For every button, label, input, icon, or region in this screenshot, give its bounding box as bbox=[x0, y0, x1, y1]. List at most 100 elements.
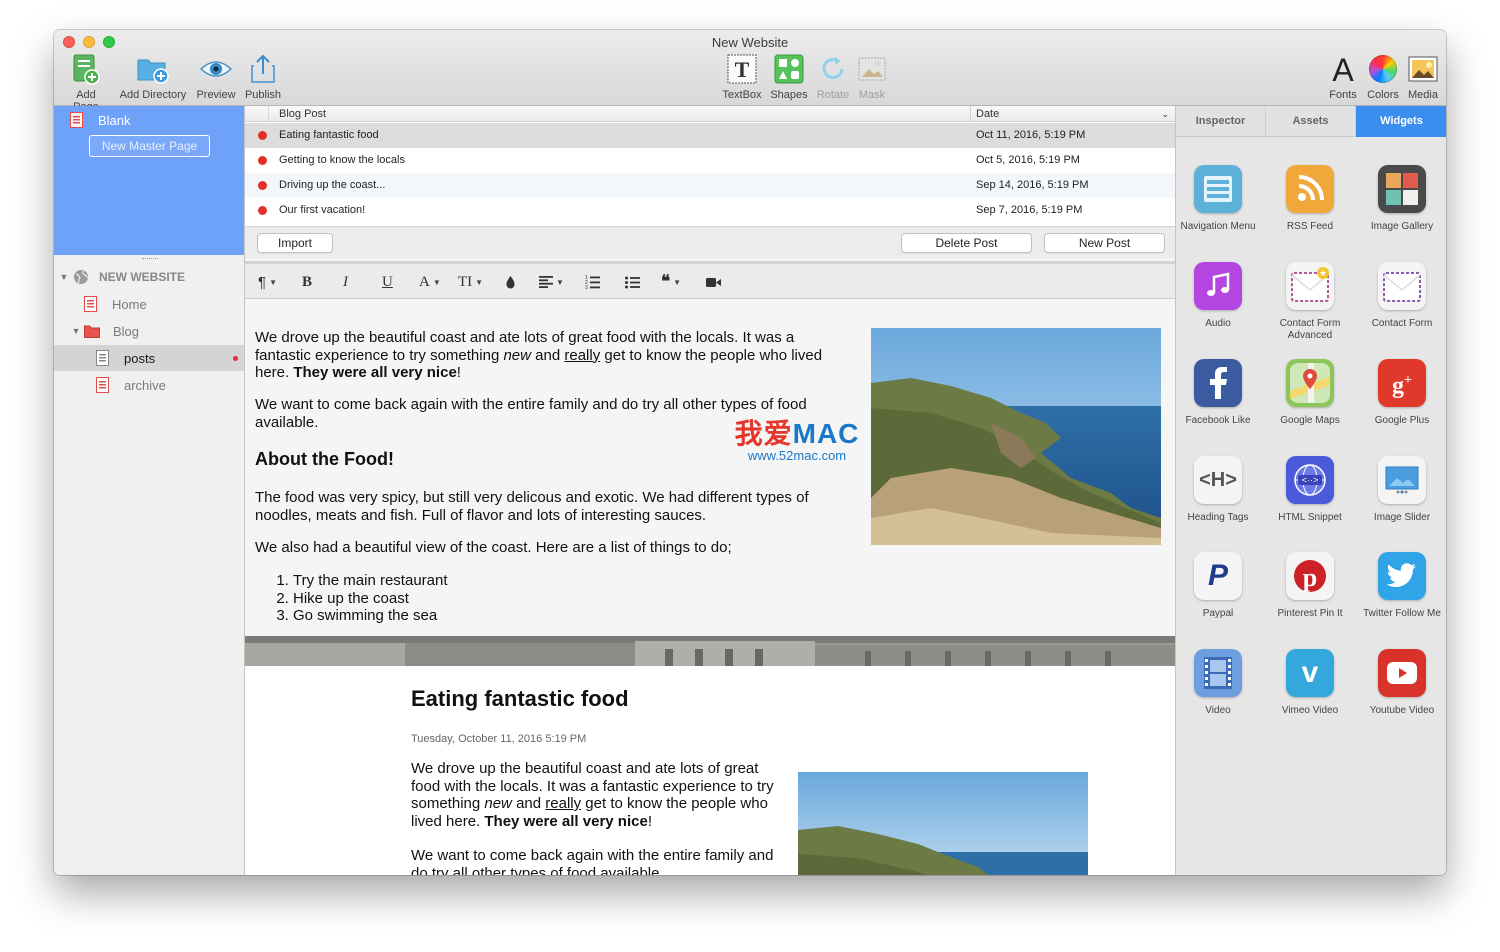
font-a-icon: A bbox=[419, 273, 430, 290]
ordered-list-button[interactable]: 123 bbox=[585, 272, 600, 292]
bullet-list-button[interactable] bbox=[625, 272, 640, 292]
widget-rss-feed[interactable]: RSS Feed bbox=[1265, 165, 1355, 233]
widget-twitter-follow-me[interactable]: Twitter Follow Me bbox=[1357, 552, 1446, 620]
widget-image-slider[interactable]: Image Slider bbox=[1357, 456, 1446, 524]
media-button[interactable]: Media bbox=[1404, 52, 1442, 101]
sidebar-item-label: archive bbox=[124, 377, 166, 393]
pinterest-icon: p bbox=[1286, 552, 1334, 600]
disclosure-down-icon[interactable]: ▼ bbox=[59, 272, 69, 282]
site-root[interactable]: ▼ NEW WEBSITE bbox=[54, 264, 244, 290]
highlight-button[interactable] bbox=[505, 272, 516, 292]
rss-icon bbox=[1286, 165, 1334, 213]
bold-button[interactable]: B bbox=[302, 272, 312, 292]
widget-audio[interactable]: Audio bbox=[1173, 262, 1263, 330]
html-snippet-icon: <··> bbox=[1286, 456, 1334, 504]
widget-facebook-like[interactable]: Facebook Like bbox=[1173, 359, 1263, 427]
preview-button[interactable]: Preview bbox=[194, 52, 238, 101]
tab-inspector[interactable]: Inspector bbox=[1176, 106, 1266, 137]
dropdown-caret-icon: ▼ bbox=[673, 277, 682, 287]
tab-assets[interactable]: Assets bbox=[1266, 106, 1356, 137]
widget-pinterest-pin-it[interactable]: p Pinterest Pin It bbox=[1265, 552, 1355, 620]
widget-html-snippet[interactable]: <··> HTML Snippet bbox=[1265, 456, 1355, 524]
post-editor[interactable]: We drove up the beautiful coast and ate … bbox=[245, 299, 1175, 636]
publish-button[interactable]: Publish bbox=[242, 52, 284, 101]
column-header-status[interactable] bbox=[245, 106, 269, 122]
pilcrow-icon: ¶ bbox=[258, 273, 267, 291]
column-header-title[interactable]: Blog Post bbox=[269, 106, 971, 122]
widget-video[interactable]: Video bbox=[1173, 649, 1263, 717]
widget-navigation-menu[interactable]: Navigation Menu bbox=[1173, 165, 1263, 233]
widget-label: Image Gallery bbox=[1370, 221, 1434, 232]
widget-vimeo-video[interactable]: v Vimeo Video bbox=[1265, 649, 1355, 717]
table-row[interactable]: Our first vacation! Sep 7, 2016, 5:19 PM bbox=[245, 198, 1175, 223]
widget-heading-tags[interactable]: <H> Heading Tags bbox=[1173, 456, 1263, 524]
shapes-button[interactable]: Shapes bbox=[768, 52, 810, 101]
insert-video-button[interactable] bbox=[706, 272, 721, 292]
column-header-date[interactable]: Date ⌄ bbox=[971, 106, 1175, 122]
paragraph-style-dropdown[interactable]: ¶ ▼ bbox=[258, 272, 277, 292]
editor-paragraph: We drove up the beautiful coast and ate … bbox=[255, 329, 823, 381]
preview-label: Preview bbox=[196, 89, 236, 101]
window-title: New Website bbox=[711, 35, 789, 50]
post-title: Eating fantastic food bbox=[279, 129, 379, 141]
table-row[interactable]: Driving up the coast... Sep 14, 2016, 5:… bbox=[245, 173, 1175, 198]
widget-contact-form[interactable]: Contact Form bbox=[1357, 262, 1446, 330]
disclosure-down-icon[interactable]: ▼ bbox=[71, 326, 81, 336]
sidebar-item-blog[interactable]: ▼ Blog bbox=[54, 318, 244, 344]
align-dropdown[interactable]: ▼ bbox=[539, 272, 564, 292]
svg-text:T: T bbox=[735, 57, 750, 82]
rotate-button[interactable]: Rotate bbox=[813, 52, 853, 101]
quote-dropdown[interactable]: ❝ ▼ bbox=[661, 272, 681, 292]
mask-button[interactable]: Mask bbox=[854, 52, 890, 101]
widget-youtube-video[interactable]: Youtube Video bbox=[1357, 649, 1446, 717]
table-row[interactable]: Eating fantastic food Oct 11, 2016, 5:19… bbox=[245, 123, 1175, 148]
widget-label: Google Maps bbox=[1280, 415, 1340, 426]
new-master-page-button[interactable]: New Master Page bbox=[89, 135, 210, 157]
add-page-button[interactable]: Add Page bbox=[62, 52, 110, 113]
ordered-list-icon: 123 bbox=[585, 275, 600, 289]
sidebar-item-home[interactable]: Home bbox=[54, 291, 244, 317]
delete-post-button[interactable]: Delete Post bbox=[901, 233, 1032, 253]
post-title: Getting to know the locals bbox=[279, 154, 405, 166]
sidebar-item-posts[interactable]: posts bbox=[54, 345, 244, 371]
coast-photo[interactable] bbox=[871, 328, 1161, 545]
svg-text:★: ★ bbox=[1319, 268, 1327, 278]
sidebar-item-label: Blog bbox=[113, 323, 140, 339]
master-page-blank[interactable]: Blank bbox=[70, 112, 131, 128]
post-title: Driving up the coast... bbox=[279, 179, 386, 191]
tab-widgets[interactable]: Widgets bbox=[1356, 106, 1446, 137]
unpublished-dot bbox=[258, 131, 267, 140]
sort-chevron-icon[interactable]: ⌄ bbox=[1161, 106, 1169, 122]
font-color-dropdown[interactable]: A ▼ bbox=[419, 272, 441, 292]
table-row[interactable]: Getting to know the locals Oct 5, 2016, … bbox=[245, 148, 1175, 173]
widget-label: Paypal bbox=[1202, 608, 1234, 619]
unpublished-dot bbox=[233, 356, 238, 361]
google-maps-icon bbox=[1286, 359, 1334, 407]
widget-google-plus[interactable]: g+ Google Plus bbox=[1357, 359, 1446, 427]
colors-button[interactable]: Colors bbox=[1363, 52, 1403, 101]
fonts-button[interactable]: A Fonts bbox=[1325, 52, 1361, 101]
sidebar-item-label: Home bbox=[112, 296, 147, 312]
add-directory-button[interactable]: Add Directory bbox=[117, 52, 189, 101]
widget-contact-form-advanced[interactable]: ★ Contact Form Advanced bbox=[1265, 262, 1355, 342]
widget-label: HTML Snippet bbox=[1278, 512, 1342, 523]
widget-label: RSS Feed bbox=[1286, 221, 1334, 232]
preview-date: Tuesday, October 11, 2016 5:19 PM bbox=[411, 733, 587, 745]
app-window: New Website Add Page Add Directory Previ… bbox=[54, 30, 1446, 875]
underline-icon: U bbox=[382, 273, 393, 290]
import-button[interactable]: Import bbox=[257, 233, 333, 253]
widget-paypal[interactable]: P Paypal bbox=[1173, 552, 1263, 620]
textbox-button[interactable]: T TextBox bbox=[720, 52, 764, 101]
image-gallery-icon bbox=[1378, 165, 1426, 213]
splitter-handle[interactable] bbox=[142, 258, 158, 261]
quote-icon: ❝ bbox=[661, 272, 671, 291]
sidebar-item-archive[interactable]: archive bbox=[54, 372, 244, 398]
list-item: Go swimming the sea bbox=[293, 607, 850, 625]
watermark-url: www.52mac.com bbox=[747, 448, 847, 463]
text-size-dropdown[interactable]: TI ▼ bbox=[458, 272, 483, 292]
new-post-button[interactable]: New Post bbox=[1044, 233, 1165, 253]
underline-button[interactable]: U bbox=[382, 272, 393, 292]
widget-google-maps[interactable]: Google Maps bbox=[1265, 359, 1355, 427]
widget-image-gallery[interactable]: Image Gallery bbox=[1357, 165, 1446, 233]
italic-button[interactable]: I bbox=[343, 272, 348, 292]
